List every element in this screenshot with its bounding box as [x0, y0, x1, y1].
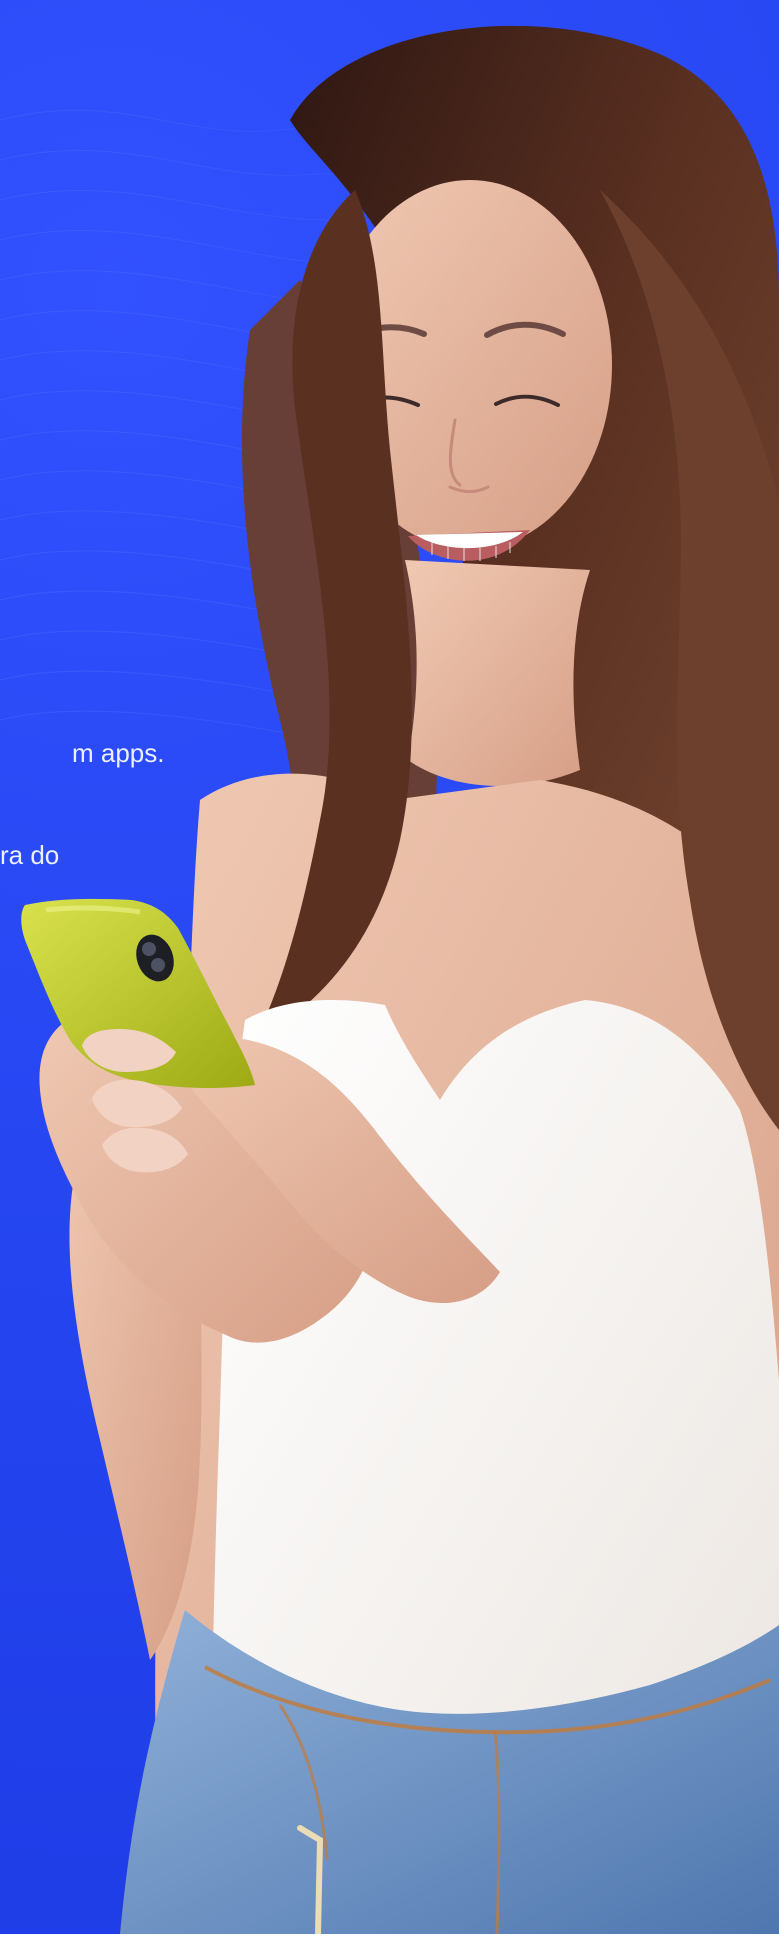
hero-copy-line-2: ra do: [0, 840, 60, 870]
hero-copy-line-1: m apps.: [72, 738, 165, 768]
hero-stage: m apps. ra do: [0, 0, 779, 1934]
hero-photo: [21, 25, 779, 1934]
